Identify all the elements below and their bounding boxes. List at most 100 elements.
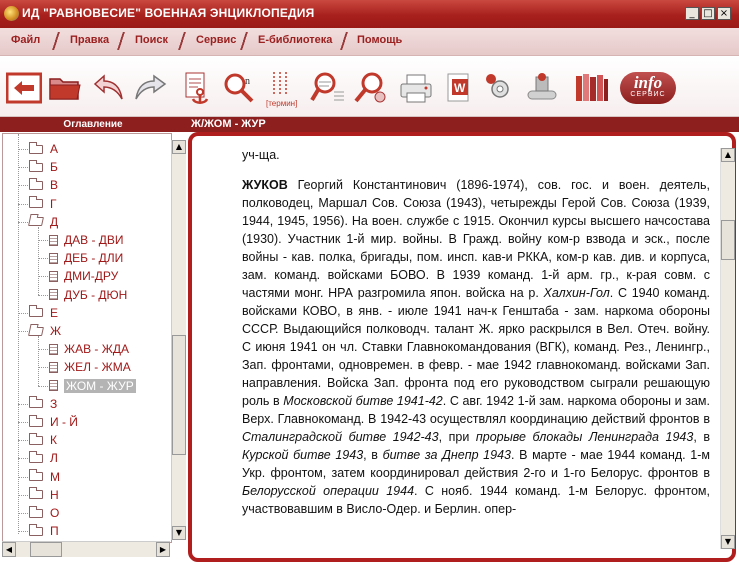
bookshelf-button[interactable] <box>572 70 608 106</box>
tree-item-label: ДЕБ - ДЛИ <box>64 251 124 266</box>
info-service-button[interactable]: info СЕРВИС <box>620 72 676 104</box>
scroll-thumb[interactable] <box>172 335 186 455</box>
tree-branch-line <box>38 367 48 369</box>
tree-branch-line <box>18 221 28 223</box>
term-search-button[interactable]: n <box>222 70 258 106</box>
link-dnieper-battle[interactable]: битве за Днепр 1943 <box>383 448 511 462</box>
tree-item-section[interactable]: ДАВ - ДВИ <box>49 231 124 249</box>
tree-item-label: Е <box>50 305 59 320</box>
tree-item-letter[interactable]: А <box>29 140 58 158</box>
folder-icon <box>29 523 43 536</box>
printer-icon <box>400 74 432 103</box>
tree-item-letter[interactable]: К <box>29 431 57 449</box>
scroll-right-arrow[interactable]: ▶ <box>156 542 170 557</box>
menu-file[interactable]: Файл <box>11 34 40 46</box>
tree-branch-line <box>18 513 28 514</box>
article-text: уч-ща. ЖУКОВ Георгий Константинович (189… <box>242 146 710 518</box>
tree-item-letter[interactable]: Б <box>29 158 58 176</box>
menu-edit[interactable]: Правка <box>70 34 109 46</box>
tree-item-letter[interactable]: О <box>29 504 59 522</box>
web-search-button[interactable] <box>352 70 388 106</box>
scroll-down-arrow[interactable]: ▼ <box>172 526 186 540</box>
app-icon <box>4 6 19 21</box>
menu-separator <box>237 32 252 50</box>
scroll-thumb[interactable] <box>721 220 735 260</box>
scroll-up-arrow[interactable]: ▲ <box>172 140 186 154</box>
tree-branch-line <box>18 149 28 150</box>
scroll-left-arrow[interactable]: ◀ <box>2 542 16 557</box>
folder-icon <box>29 487 43 500</box>
folder-icon <box>49 78 81 100</box>
link-khalkhin-gol[interactable]: Халхин-Гол <box>544 286 610 300</box>
menu-separator <box>114 32 129 50</box>
tree-item-label: А <box>50 142 59 156</box>
tree-item-section[interactable]: ДЕБ - ДЛИ <box>49 249 123 267</box>
tree-branch-line <box>18 185 28 187</box>
menu-separator <box>49 32 64 50</box>
print-button[interactable] <box>398 70 434 106</box>
svg-text:W: W <box>454 81 466 95</box>
word-document-icon: W <box>447 73 469 102</box>
tree-item-letter[interactable]: Г <box>29 195 57 213</box>
tree-item-letter[interactable]: З <box>29 395 57 413</box>
text-search-button[interactable] <box>310 70 346 106</box>
tree-item-letter[interactable]: Д <box>28 213 58 231</box>
tree-branch-line <box>38 276 48 278</box>
tree-item-letter[interactable]: И - Й <box>29 413 78 431</box>
tree-item-letter[interactable]: Н <box>29 486 59 504</box>
tree-item-label: И - Й <box>50 415 78 429</box>
tree-item-letter[interactable]: В <box>29 176 58 194</box>
link-kursk-battle[interactable]: Курской битве 1943 <box>242 448 363 462</box>
undo-button[interactable] <box>92 70 128 106</box>
menu-help[interactable]: Помощь <box>357 34 402 46</box>
bookmark-button[interactable] <box>180 70 216 106</box>
document-icon <box>49 234 58 246</box>
hscroll-thumb[interactable] <box>30 542 62 557</box>
tree-branch-line <box>18 167 28 169</box>
folder-icon <box>29 177 43 190</box>
contents-vertical-scrollbar[interactable]: ▲ ▼ <box>171 140 186 540</box>
back-button[interactable] <box>6 70 42 106</box>
contents-horizontal-scrollbar[interactable]: ◀ ▶ <box>2 541 170 557</box>
tree-item-letter[interactable]: Ж <box>28 322 61 340</box>
open-button[interactable] <box>47 70 83 106</box>
title-bar: ИД "РАВНОВЕСИЕ" ВОЕННАЯ ЭНЦИКЛОПЕДИЯ _ □… <box>0 0 739 28</box>
tree-item-letter[interactable]: Е <box>29 304 58 322</box>
tree-item-letter[interactable]: Л <box>29 449 58 467</box>
terms-list-icon: [термин] <box>266 72 297 108</box>
link-belorussian-operation[interactable]: Белорусской операции 1944 <box>242 484 414 498</box>
tree-item-section[interactable]: ДМИ-ДРУ <box>49 267 118 285</box>
scroll-down-arrow[interactable]: ▼ <box>721 535 735 549</box>
word-export-button[interactable]: W <box>440 70 476 106</box>
tree-branch-line <box>18 312 28 314</box>
link-leningrad-blockade[interactable]: прорыве блокады Ленинграда 1943 <box>476 430 693 444</box>
minimize-button[interactable]: _ <box>685 7 699 20</box>
link-stalingrad-battle[interactable]: Сталинградской битве 1942-43 <box>242 430 439 444</box>
tree-item-section[interactable]: ДУБ - ДЮН <box>49 286 127 304</box>
document-icon <box>49 270 58 282</box>
tree-item-letter[interactable]: П <box>29 522 59 540</box>
menu-search[interactable]: Поиск <box>135 34 168 46</box>
tree-branch-line <box>38 385 48 387</box>
article-vertical-scrollbar[interactable]: ▲ ▼ <box>720 148 735 549</box>
document-icon <box>49 289 58 301</box>
menu-e-library[interactable]: Е-библиотека <box>258 34 332 46</box>
redo-button[interactable] <box>132 70 168 106</box>
menu-service[interactable]: Сервис <box>196 34 236 46</box>
tree-item-section[interactable]: ЖЕЛ - ЖМА <box>49 358 131 376</box>
link-moscow-battle[interactable]: Московской битве 1941-42 <box>283 394 442 408</box>
tree-connector <box>18 134 19 534</box>
terms-button[interactable]: [термин] <box>264 70 300 108</box>
tree-branch-line <box>38 294 48 296</box>
scroll-up-arrow[interactable]: ▲ <box>721 148 735 162</box>
contents-header: Оглавление <box>0 117 186 132</box>
tree-item-section[interactable]: ЖОМ - ЖУР <box>49 377 136 395</box>
library-button[interactable] <box>524 70 560 106</box>
settings-button[interactable] <box>482 70 518 106</box>
close-button[interactable]: × <box>717 7 731 20</box>
maximize-button[interactable]: □ <box>701 7 715 20</box>
tree-item-section[interactable]: ЖАВ - ЖДА <box>49 340 129 358</box>
tree-item-letter[interactable]: М <box>29 468 60 486</box>
info-sublabel: СЕРВИС <box>630 91 666 98</box>
svg-text:n: n <box>245 76 250 87</box>
